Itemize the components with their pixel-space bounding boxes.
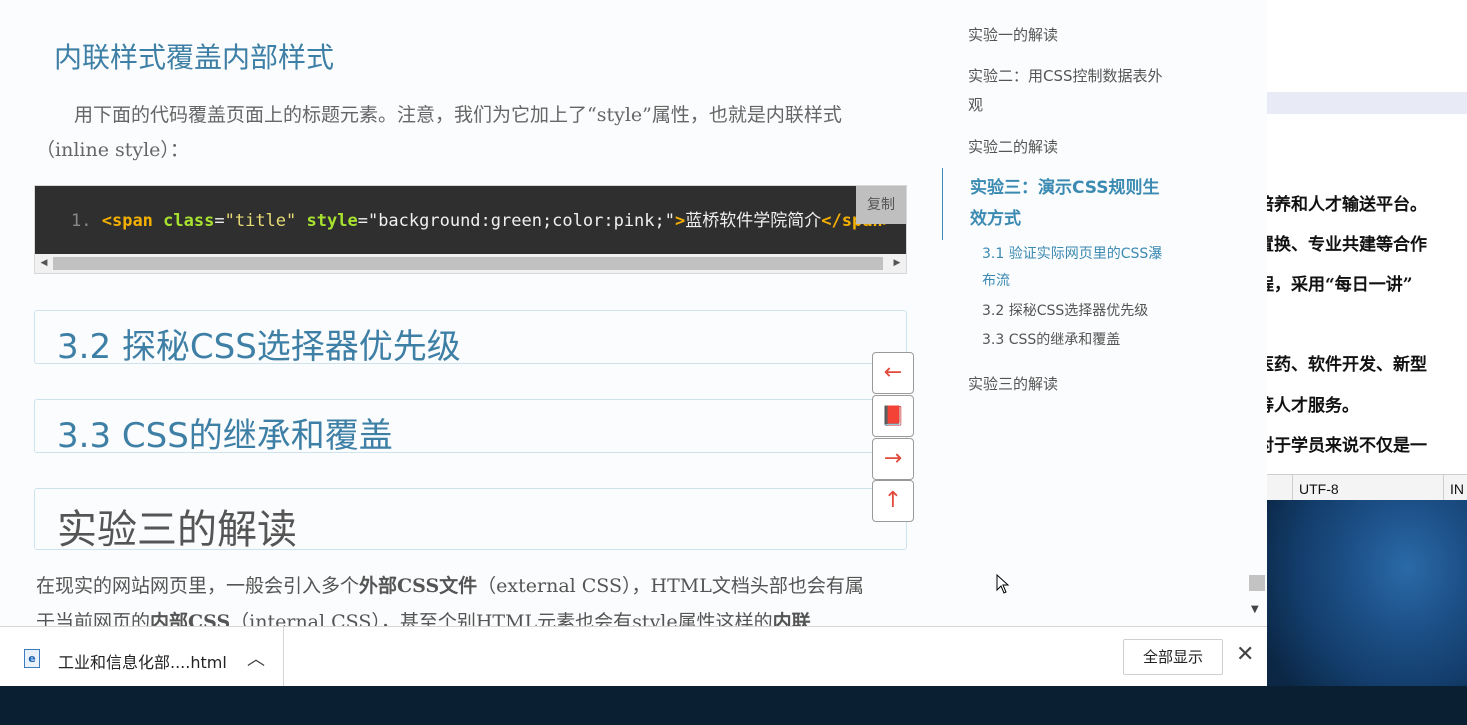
doc-line: 等人才服务。 <box>1267 396 1359 416</box>
text-run: 在现实的网站网页里，一般会引入多个 <box>36 575 360 597</box>
scroll-down-icon[interactable]: ▼ <box>1251 604 1259 615</box>
section-heading-box: 3.3 CSS的继承和覆盖 <box>34 399 907 456</box>
doc-line: 置换、专业共建等合作 <box>1267 235 1427 255</box>
toc-subitem[interactable]: 3.2 探秘CSS选择器优先级 <box>982 296 1148 326</box>
paragraph-line: （inline style）： <box>36 139 189 161</box>
browser-window: 内联样式覆盖内部样式 用下面的代码覆盖页面上的标题元素。注意，我们为它加上了“s… <box>0 0 1267 686</box>
show-all-button[interactable]: 全部显示 <box>1123 639 1223 675</box>
background-document-window[interactable]: 培养和人才输送平台。 置换、专业共建等合作 程，采用“每日一讲” 医药、软件开发… <box>1267 0 1467 500</box>
chevron-up-icon[interactable]: ︿ <box>247 645 265 671</box>
line-number: 1. <box>71 211 92 231</box>
highlight-band <box>1267 92 1467 114</box>
encoding-status: UTF-8 <box>1292 475 1449 500</box>
next-section-button[interactable]: → <box>872 438 914 480</box>
toc-active-indicator <box>942 168 943 240</box>
code-attr: class <box>163 211 215 231</box>
toc-item[interactable]: 实验二：用CSS控制数据表外 <box>968 61 1163 91</box>
code-area: 1. <span class="title" style="background… <box>35 186 906 254</box>
code-horizontal-scrollbar[interactable]: ◀ ▶ <box>35 254 906 273</box>
page-vertical-scrollbar[interactable]: ▼ <box>1247 0 1267 626</box>
download-bar: e 工业和信息化部....html ︿ 全部显示 ✕ <box>0 626 1267 686</box>
article-content: 内联样式覆盖内部样式 用下面的代码覆盖页面上的标题元素。注意，我们为它加上了“s… <box>0 0 940 626</box>
insert-mode-status: IN <box>1443 475 1467 500</box>
close-icon[interactable]: ✕ <box>1236 642 1254 667</box>
toc-item-active[interactable]: 实验三：演示CSS规则生 <box>970 173 1160 203</box>
doc-line: 程，采用“每日一讲” <box>1267 275 1413 295</box>
html-file-icon: e <box>24 649 40 668</box>
code-line: 1. <span class="title" style="background… <box>71 206 893 231</box>
paragraph-line: 于当前网页的内部CSS（internal CSS），甚至个别HTML元素也会有s… <box>36 604 916 626</box>
download-item[interactable]: e 工业和信息化部....html ︿ <box>0 627 284 686</box>
toc-item[interactable]: 实验二的解读 <box>968 132 1058 162</box>
scroll-right-icon[interactable]: ▶ <box>888 254 906 273</box>
prev-section-button[interactable]: ← <box>872 352 914 394</box>
bold-term: 内联 <box>772 611 811 626</box>
section-title: 3.2 探秘CSS选择器优先级 <box>57 327 461 367</box>
scroll-left-icon[interactable]: ◀ <box>35 254 53 273</box>
copy-button[interactable]: 复制 <box>856 186 906 224</box>
code-string: "title" <box>224 211 297 231</box>
taskbar <box>0 686 1467 725</box>
bold-term: 内部CSS <box>150 611 231 626</box>
code-open-tag: <span <box>101 211 153 231</box>
toc-item-active[interactable]: 效方式 <box>970 204 1021 234</box>
code-eq: = <box>357 211 368 231</box>
section-heading: 内联样式覆盖内部样式 <box>54 41 335 74</box>
section-heading-box: 实验三的解读 <box>34 488 907 553</box>
mouse-cursor-icon <box>996 574 1010 594</box>
document-status-bar: UTF-8 IN <box>1267 474 1467 500</box>
text-run: 于当前网页的 <box>36 611 151 626</box>
doc-line: 培养和人才输送平台。 <box>1267 195 1427 215</box>
toc-item[interactable]: 观 <box>968 90 983 120</box>
text-run: （internal CSS），甚至个别HTML元素也会有style属性这样的 <box>230 611 773 626</box>
scroll-thumb[interactable] <box>53 257 883 270</box>
toc-item[interactable]: 实验一的解读 <box>968 20 1058 50</box>
toc-subitem[interactable]: 3.1 验证实际网页里的CSS瀑 <box>982 239 1162 269</box>
doc-line: 对于学员来说不仅是一 <box>1267 436 1427 456</box>
section-heading-box: 3.2 探秘CSS选择器优先级 <box>34 310 907 367</box>
paragraph-line: 用下面的代码覆盖页面上的标题元素。注意，我们为它加上了“style”属性，也就是… <box>74 104 842 126</box>
section-title: 3.3 CSS的继承和覆盖 <box>57 416 393 456</box>
section-title: 实验三的解读 <box>57 507 297 553</box>
bold-term: 外部CSS文件 <box>359 575 478 597</box>
code-string: "background:green;color:pink;" <box>367 211 675 231</box>
code-bracket: > <box>675 211 686 231</box>
book-icon[interactable]: 📕 <box>872 395 914 437</box>
back-to-top-button[interactable]: ↑ <box>872 480 914 522</box>
code-block: 1. <span class="title" style="background… <box>34 185 907 274</box>
code-eq: = <box>214 211 225 231</box>
table-of-contents: 实验一的解读 实验二：用CSS控制数据表外 观 实验二的解读 实验三：演示CSS… <box>940 0 1240 626</box>
doc-line: 医药、软件开发、新型 <box>1267 355 1427 375</box>
toc-item[interactable]: 实验三的解读 <box>968 369 1058 399</box>
toc-subitem[interactable]: 布流 <box>982 266 1010 296</box>
code-attr: style <box>306 211 358 231</box>
download-file-name[interactable]: 工业和信息化部....html <box>58 649 227 673</box>
paragraph-line: 在现实的网站网页里，一般会引入多个外部CSS文件（external CSS），H… <box>36 568 916 604</box>
scroll-thumb[interactable] <box>1249 575 1265 591</box>
code-text: 蓝桥软件学院简介 <box>685 211 822 231</box>
toc-subitem[interactable]: 3.3 CSS的继承和覆盖 <box>982 325 1120 355</box>
text-run: （external CSS），HTML文档头部也会有属 <box>477 575 864 597</box>
